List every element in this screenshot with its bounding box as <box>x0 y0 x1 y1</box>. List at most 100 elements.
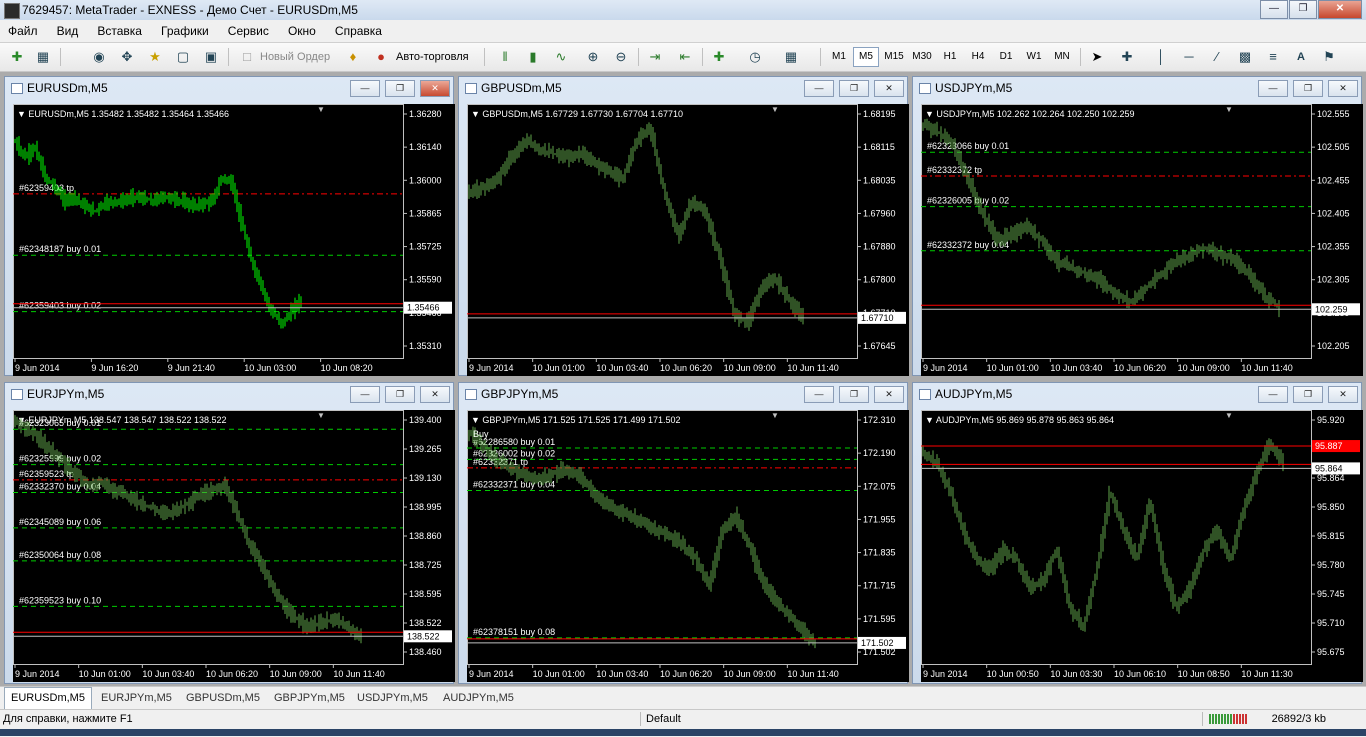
symbol-info: ▼ USDJPYm,M5 102.262 102.264 102.250 102… <box>925 109 1135 119</box>
line-chart-icon[interactable]: ∿ <box>552 48 570 66</box>
chart-maximize-button[interactable]: ❐ <box>385 80 415 97</box>
menu-window[interactable]: Окно <box>280 20 324 42</box>
navigator-icon[interactable]: ★ <box>146 48 164 66</box>
horizontal-line-icon[interactable]: ─ <box>1180 48 1198 66</box>
chart-window-eurjpy[interactable]: EURJPYm,M5 — ❐ ✕ ▼ EURJPYm,M5 138.547 138.… <box>4 382 455 684</box>
chart-close-button[interactable]: ✕ <box>1328 80 1358 97</box>
menu-charts[interactable]: Графики <box>153 20 217 42</box>
auto-trading-button[interactable]: Авто-торговля <box>396 47 469 67</box>
timeframe-h1[interactable]: H1 <box>937 47 963 67</box>
chart-close-button[interactable]: ✕ <box>420 80 450 97</box>
x-tick-label: 10 Jun 11:40 <box>787 363 838 373</box>
scroll-marker-icon: ▼ <box>771 105 779 114</box>
templates-icon[interactable]: ▦ <box>782 48 800 66</box>
chart-window-icon <box>11 389 23 400</box>
chart-minimize-button[interactable]: — <box>1258 386 1288 403</box>
chart-gbpusd[interactable]: ▼ GBPUSDm,M5 1.67729 1.67730 1.67704 1.6… <box>467 104 909 376</box>
timeframe-m1[interactable]: M1 <box>826 47 852 67</box>
autoscroll-icon[interactable]: ⇥ <box>646 48 664 66</box>
auto-trading-icon[interactable]: ● <box>372 48 390 66</box>
tab-gbpusd[interactable]: GBPUSDm,M5 <box>186 689 260 707</box>
indicators-icon[interactable]: ✚ <box>710 48 728 66</box>
scroll-marker-icon: ▼ <box>317 105 325 114</box>
data-window-icon[interactable]: ✥ <box>118 48 136 66</box>
chart-close-button[interactable]: ✕ <box>1328 386 1358 403</box>
chart-usdjpy[interactable]: ▼ USDJPYm,M5 102.262 102.264 102.250 102… <box>921 104 1363 376</box>
timeframe-m15[interactable]: M15 <box>881 47 907 67</box>
chart-maximize-button[interactable]: ❐ <box>839 80 869 97</box>
market-watch-icon[interactable]: ◉ <box>90 48 108 66</box>
order-level-label: #62325999 buy 0.02 <box>19 454 101 464</box>
chart-maximize-button[interactable]: ❐ <box>385 386 415 403</box>
app-icon <box>4 3 20 19</box>
profiles-icon[interactable]: ▦ <box>34 48 52 66</box>
new-order-button[interactable]: Новый Ордер <box>260 47 330 67</box>
chart-gbpjpy[interactable]: ▼ GBPJPYm,M5 171.525 171.525 171.499 171… <box>467 410 909 682</box>
tab-gbpjpy[interactable]: GBPJPYm,M5 <box>274 689 345 707</box>
menu-view[interactable]: Вид <box>49 20 87 42</box>
zoom-out-icon[interactable]: ⊖ <box>612 48 630 66</box>
vertical-line-icon[interactable]: │ <box>1152 48 1170 66</box>
chart-minimize-button[interactable]: — <box>804 80 834 97</box>
order-level-label: #62359403 buy 0.02 <box>19 301 101 311</box>
arrows-icon[interactable]: ⚑ <box>1320 48 1338 66</box>
timeframe-m30[interactable]: M30 <box>909 47 935 67</box>
chart-shift-icon[interactable]: ⇤ <box>676 48 694 66</box>
chart-window-eurusd[interactable]: EURUSDm,M5 — ❐ ✕ ▼ EURUSDm,M5 1.35482 1.35… <box>4 76 455 376</box>
chart-close-button[interactable]: ✕ <box>874 80 904 97</box>
chart-audjpy[interactable]: ▼ AUDJPYm,M5 95.869 95.878 95.863 95.864… <box>921 410 1363 682</box>
chart-window-usdjpy[interactable]: USDJPYm,M5 — ❐ ✕ ▼ USDJPYm,M5 102.262 102.… <box>912 76 1363 376</box>
menu-help[interactable]: Справка <box>327 20 390 42</box>
chart-maximize-button[interactable]: ❐ <box>1293 386 1323 403</box>
chart-window-audjpy[interactable]: AUDJPYm,M5 — ❐ ✕ ▼ AUDJPYm,M5 95.869 95.87… <box>912 382 1363 684</box>
chart-close-button[interactable]: ✕ <box>420 386 450 403</box>
scroll-marker-icon: ▼ <box>1225 411 1233 420</box>
candlestick-icon[interactable]: ▮ <box>524 48 542 66</box>
chart-maximize-button[interactable]: ❐ <box>839 386 869 403</box>
timeframe-d1[interactable]: D1 <box>993 47 1019 67</box>
maximize-button[interactable]: ❐ <box>1289 0 1317 19</box>
zoom-in-icon[interactable]: ⊕ <box>584 48 602 66</box>
y-tick-label: 1.67645 <box>863 341 896 351</box>
new-order-icon[interactable]: □ <box>238 48 256 66</box>
chart-close-button[interactable]: ✕ <box>874 386 904 403</box>
chart-minimize-button[interactable]: — <box>1258 80 1288 97</box>
tab-eurusd[interactable]: EURUSDm,M5 <box>4 687 92 709</box>
new-chart-icon[interactable]: ✚ <box>8 48 26 66</box>
menu-tools[interactable]: Сервис <box>220 20 277 42</box>
strategy-tester-icon[interactable]: ▣ <box>202 48 220 66</box>
bar-chart-icon[interactable]: ‖ <box>496 48 514 66</box>
minimize-button[interactable]: — <box>1260 0 1288 19</box>
timeframe-h4[interactable]: H4 <box>965 47 991 67</box>
menu-insert[interactable]: Вставка <box>89 20 150 42</box>
chart-minimize-button[interactable]: — <box>350 80 380 97</box>
status-profile: Default <box>646 713 681 725</box>
menu-file[interactable]: Файл <box>0 20 46 42</box>
terminal-icon[interactable]: ▢ <box>174 48 192 66</box>
chart-minimize-button[interactable]: — <box>804 386 834 403</box>
tab-audjpy[interactable]: AUDJPYm,M5 <box>443 689 514 707</box>
chart-maximize-button[interactable]: ❐ <box>1293 80 1323 97</box>
timeframe-m5[interactable]: M5 <box>853 47 879 67</box>
channel-icon[interactable]: ▩ <box>1236 48 1254 66</box>
metaeditor-icon[interactable]: ♦ <box>344 48 362 66</box>
close-button[interactable]: ✕ <box>1318 0 1362 19</box>
chart-window-gbpjpy[interactable]: GBPJPYm,M5 — ❐ ✕ ▼ GBPJPYm,M5 171.525 171.… <box>458 382 909 684</box>
x-tick-label: 9 Jun 2014 <box>15 363 60 373</box>
text-icon[interactable]: A <box>1292 48 1310 66</box>
chart-minimize-button[interactable]: — <box>350 386 380 403</box>
chart-window-gbpusd[interactable]: GBPUSDm,M5 — ❐ ✕ ▼ GBPUSDm,M5 1.67729 1.67… <box>458 76 909 376</box>
chart-eurjpy[interactable]: ▼ EURJPYm,M5 138.547 138.547 138.522 138… <box>13 410 455 682</box>
timeframe-mn[interactable]: MN <box>1049 47 1075 67</box>
chart-eurusd[interactable]: ▼ EURUSDm,M5 1.35482 1.35482 1.35464 1.3… <box>13 104 455 376</box>
trendline-icon[interactable]: ∕ <box>1208 48 1226 66</box>
order-level-label: #62348187 buy 0.01 <box>19 244 101 254</box>
tab-usdjpy[interactable]: USDJPYm,M5 <box>357 689 428 707</box>
cursor-icon[interactable]: ➤ <box>1088 48 1106 66</box>
x-tick-label: 10 Jun 03:00 <box>244 363 296 373</box>
crosshair-icon[interactable]: ✚ <box>1118 48 1136 66</box>
fibonacci-icon[interactable]: ≡ <box>1264 48 1282 66</box>
tab-eurjpy[interactable]: EURJPYm,M5 <box>101 689 172 707</box>
periods-icon[interactable]: ◷ <box>746 48 764 66</box>
timeframe-w1[interactable]: W1 <box>1021 47 1047 67</box>
